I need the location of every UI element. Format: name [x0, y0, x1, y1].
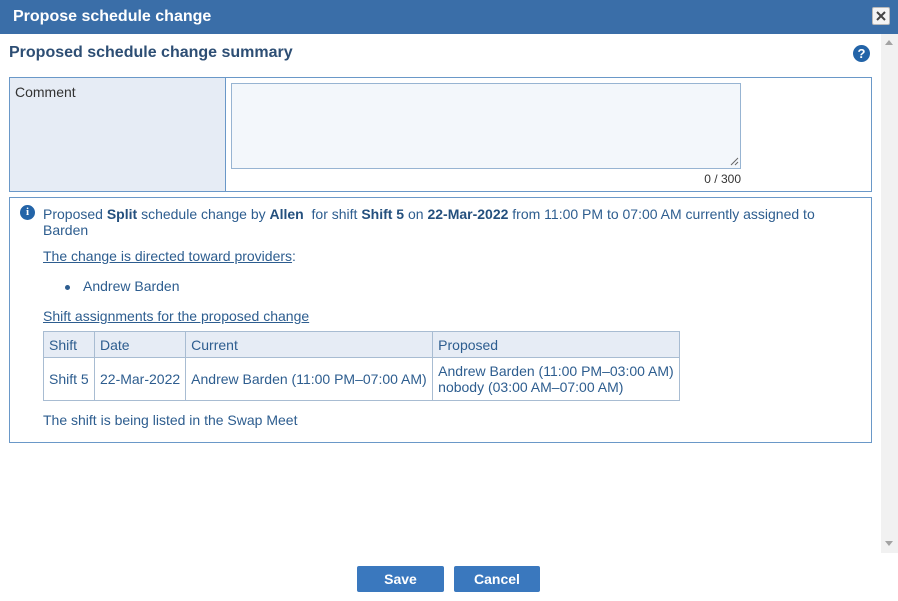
- cell-shift: Shift 5: [43, 357, 95, 401]
- table-header-row: Shift Date Current Proposed: [43, 331, 681, 358]
- comment-textarea[interactable]: [231, 83, 741, 169]
- provider-list: Andrew Barden: [65, 278, 180, 294]
- column-header-date: Date: [93, 331, 187, 358]
- close-icon: [876, 11, 886, 21]
- shift-assignments-table: Shift Date Current Proposed Shift 5 22-M…: [43, 331, 681, 401]
- swap-meet-text: The shift is being listed in the Swap Me…: [43, 412, 298, 428]
- proposal-summary-text: Proposed Split schedule change by Allen …: [43, 206, 843, 238]
- column-header-shift: Shift: [43, 331, 95, 358]
- resize-grip-icon[interactable]: [730, 157, 739, 166]
- list-item: Andrew Barden: [65, 278, 180, 294]
- text-by: schedule change by: [141, 206, 266, 222]
- table-row: Shift 5 22-Mar-2022 Andrew Barden (11:00…: [43, 357, 681, 401]
- question-icon[interactable]: ?: [853, 45, 870, 62]
- author-name: Allen: [269, 206, 304, 222]
- column-header-current: Current: [185, 331, 434, 358]
- change-type: Split: [106, 206, 138, 222]
- proposal-info-panel: i Proposed Split schedule change by Alle…: [9, 197, 872, 443]
- proposed-line-1: Andrew Barden (11:00 PM–03:00 AM): [438, 363, 674, 379]
- cancel-button[interactable]: Cancel: [454, 566, 540, 592]
- text-on: on: [407, 206, 424, 222]
- dialog-title: Propose schedule change: [13, 8, 212, 25]
- shift-name: Shift 5: [361, 206, 405, 222]
- cell-current: Andrew Barden (11:00 PM–07:00 AM): [185, 357, 434, 401]
- text-for-shift: for shift: [311, 206, 358, 222]
- proposed-line-2: nobody (03:00 AM–07:00 AM): [438, 379, 624, 395]
- close-button[interactable]: [872, 7, 890, 25]
- comment-label-cell: Comment: [10, 78, 226, 191]
- char-count: 0 / 300: [704, 172, 741, 186]
- vertical-scrollbar[interactable]: [881, 34, 898, 553]
- column-header-proposed: Proposed: [432, 331, 681, 358]
- save-button[interactable]: Save: [357, 566, 444, 592]
- text-proposed: Proposed: [43, 206, 103, 222]
- shift-date: 22-Mar-2022: [427, 206, 509, 222]
- cell-proposed: Andrew Barden (11:00 PM–03:00 AM) nobody…: [432, 357, 681, 401]
- scroll-up-arrow-icon[interactable]: [885, 40, 893, 45]
- summary-heading: Proposed schedule change summary: [9, 44, 293, 61]
- comment-label: Comment: [15, 84, 76, 100]
- info-icon: i: [20, 205, 35, 220]
- directed-providers-link[interactable]: The change is directed toward providers: [43, 248, 292, 264]
- dialog-titlebar: Propose schedule change: [0, 0, 898, 34]
- colon: :: [292, 248, 296, 264]
- scroll-down-arrow-icon[interactable]: [885, 541, 893, 546]
- shift-assignments-link[interactable]: Shift assignments for the proposed chang…: [43, 308, 309, 324]
- cell-date: 22-Mar-2022: [93, 357, 187, 401]
- comment-section: Comment 0 / 300: [9, 77, 872, 192]
